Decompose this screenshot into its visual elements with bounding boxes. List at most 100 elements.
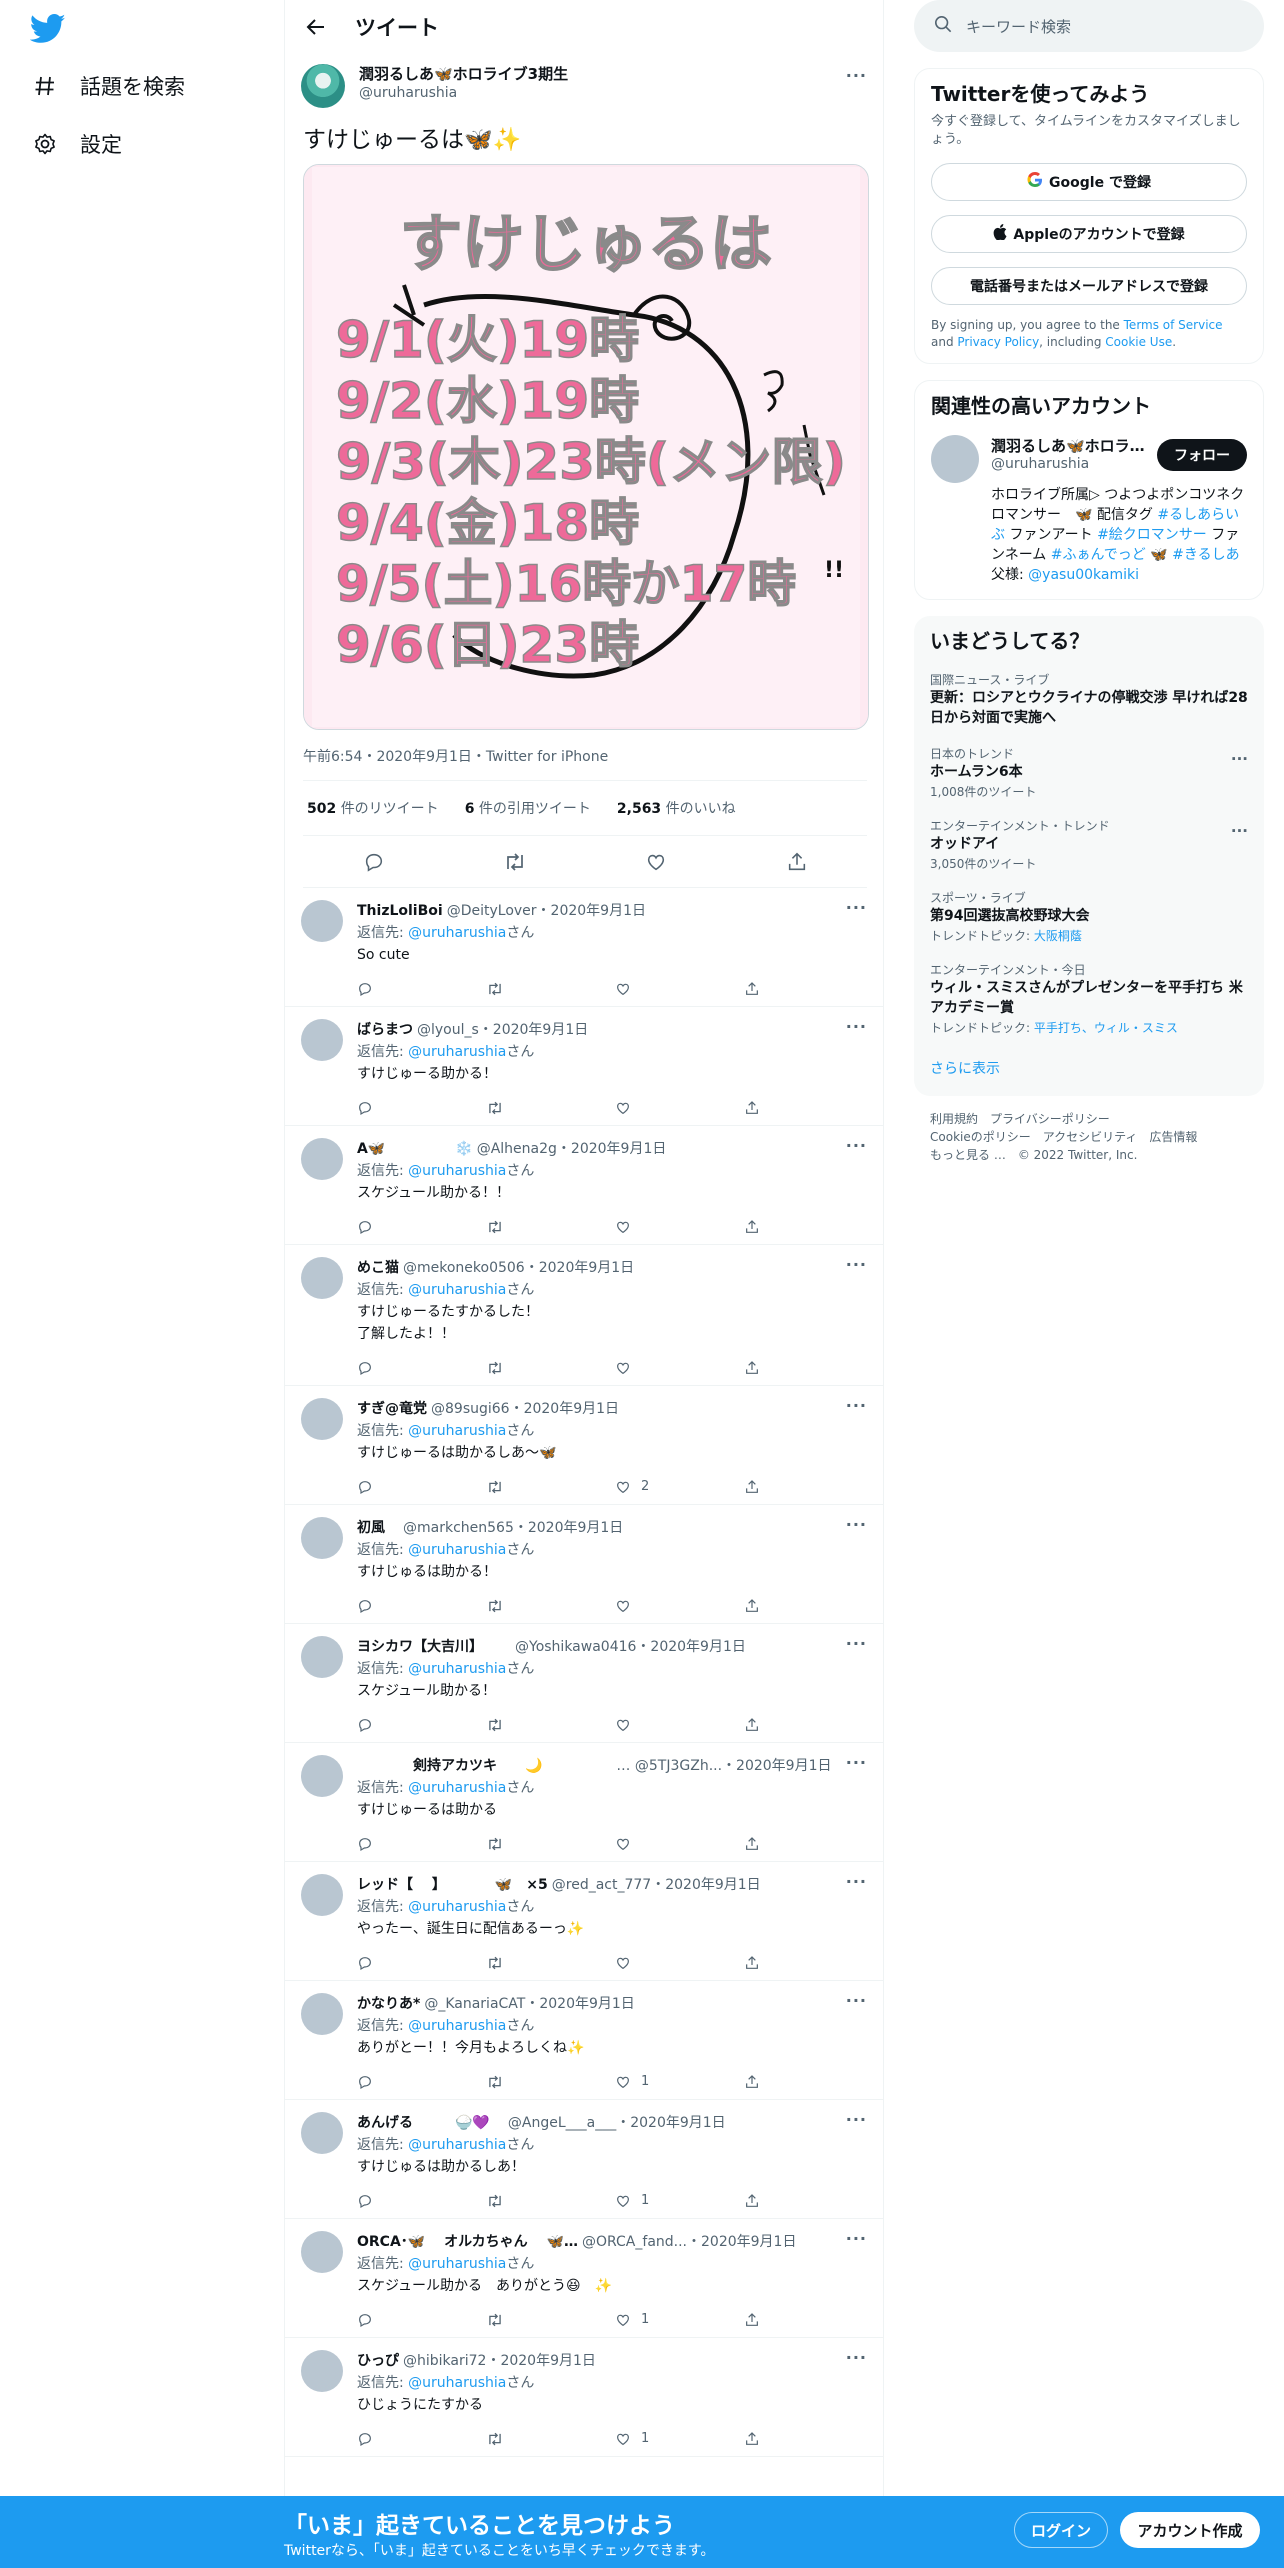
reply-icon[interactable] [357,1598,486,1614]
reply-to-link[interactable]: @uruharushia [408,1044,506,1060]
signup-button[interactable]: アカウント作成 [1120,2512,1260,2548]
reply-avatar[interactable] [301,1517,343,1559]
terms-link[interactable]: Terms of Service [1124,318,1223,332]
reply-author-name[interactable]: レッド【 】 🦋 ×5 [357,1874,548,1896]
reply-date[interactable]: ・2020年9月1日 [537,900,646,922]
reply-author-handle[interactable]: @_KanariaCAT [424,1993,525,2015]
reply-author-handle[interactable]: @ORCA_fand... [582,2231,687,2253]
reply-to-link[interactable]: @uruharushia [408,1163,506,1179]
footer-link[interactable]: 広告情報 [1149,1130,1197,1144]
quote-count[interactable]: 6 件の引用ツイート [465,798,591,818]
reply-tweet[interactable]: 剣持アカツキ 🌙 … @5TJ3GZh... ・2020年9月1日 返信先: @ur… [285,1743,883,1862]
reply-avatar[interactable] [301,1755,343,1797]
mention-link[interactable]: @yasu00kamiki [1028,567,1139,583]
retweet-icon[interactable] [486,2431,615,2447]
like-icon[interactable] [615,1360,744,1376]
reply-to-link[interactable]: @uruharushia [408,2137,506,2153]
share-icon[interactable] [744,2431,873,2447]
reply-to-link[interactable]: @uruharushia [408,1423,506,1439]
like-icon[interactable]: 1 [615,2071,744,2093]
reply-avatar[interactable] [301,900,343,942]
more-options-icon[interactable]: ··· [846,1753,867,1772]
like-icon[interactable] [615,1717,744,1733]
reply-icon[interactable] [357,1100,486,1116]
reply-avatar[interactable] [301,1398,343,1440]
reply-tweet[interactable]: ORCA･🦋 オルカちゃん 🦋… @ORCA_fand... ・2020年9月1日返… [285,2219,883,2338]
like-icon[interactable] [615,1955,744,1971]
reply-tweet[interactable]: レッド【 】 🦋 ×5 @red_act_777 ・2020年9月1日 返信先: @u… [285,1862,883,1981]
trend-item[interactable]: 日本のトレンド ホームラン6本 1,008件のツイート ··· [930,746,1248,800]
reply-author-name[interactable]: ばらまつ [357,1019,413,1041]
reply-author-handle[interactable]: @AngeL___a___ [494,2112,616,2134]
reply-author-handle[interactable]: @Alhena2g [477,1138,557,1160]
reply-icon[interactable] [357,981,486,997]
nav-settings[interactable]: 設定 [30,124,122,164]
reply-author-handle[interactable]: @markchen565 [389,1517,514,1539]
share-icon[interactable] [744,2074,873,2090]
reply-icon[interactable] [357,1360,486,1376]
search-input[interactable]: キーワード検索 [914,0,1264,52]
reply-date[interactable]: ・2020年9月1日 [525,1993,634,2015]
reply-tweet[interactable]: ひっぴ @hibikari72 ・2020年9月1日 返信先: @uruharushi… [285,2338,883,2457]
twitter-logo-icon[interactable] [30,14,66,44]
reply-author-handle[interactable]: @DeityLover [447,900,537,922]
reply-author-name[interactable]: ヨシカワ【大吉川】 [357,1636,483,1658]
reply-date[interactable]: ・2020年9月1日 [616,2112,725,2134]
more-options-icon[interactable]: ··· [846,2229,867,2248]
more-options-icon[interactable]: ··· [1231,750,1248,768]
reply-to-link[interactable]: @uruharushia [408,2018,506,2034]
more-options-icon[interactable]: ··· [846,1991,867,2010]
follow-button[interactable]: フォロー [1157,439,1247,471]
footer-link[interactable]: もっと見る … [930,1148,1006,1162]
retweet-icon[interactable] [486,981,615,997]
reply-date[interactable]: ・2020年9月1日 [636,1636,745,1658]
reply-icon[interactable] [357,2074,486,2090]
share-icon[interactable] [744,1955,873,1971]
reply-date[interactable]: ・2020年9月1日 [687,2231,796,2253]
more-options-icon[interactable]: ··· [846,2110,867,2129]
reply-author-handle[interactable]: @lyoul_s [417,1019,479,1041]
more-options-icon[interactable]: ··· [846,1634,867,1653]
trend-item[interactable]: エンターテインメント・今日 ウィル・スミスさんがプレゼンターを平手打ち 米アカデミ… [930,962,1248,1036]
reply-author-name[interactable]: かなりあ* [357,1993,420,2015]
login-button[interactable]: ログイン [1014,2512,1108,2548]
reply-author-name[interactable]: ThizLoliBoi [357,900,443,922]
reply-author-handle[interactable]: @hibikari72 [403,2350,486,2372]
retweet-icon[interactable] [486,2193,615,2209]
retweet-icon[interactable] [486,1598,615,1614]
reply-author-handle[interactable]: @red_act_777 [552,1874,651,1896]
more-options-icon[interactable]: ··· [846,2348,867,2367]
reply-author-handle[interactable]: @mekoneko0506 [403,1257,525,1279]
like-icon[interactable] [642,848,670,876]
reply-author-handle[interactable]: … @5TJ3GZh... [546,1755,722,1777]
reply-avatar[interactable] [301,1993,343,2035]
retweet-icon[interactable] [486,2312,615,2328]
reply-tweet[interactable]: ヨシカワ【大吉川】 @Yoshikawa0416 ・2020年9月1日 返信先: @… [285,1624,883,1743]
share-icon[interactable] [744,1100,873,1116]
reply-author-name[interactable]: A🦋 ❄️ [357,1138,473,1160]
share-icon[interactable] [744,1717,873,1733]
reply-date[interactable]: ・2020年9月1日 [722,1755,831,1777]
reply-avatar[interactable] [301,1636,343,1678]
reply-author-name[interactable]: ひっぴ [357,2350,399,2372]
reply-icon[interactable] [357,2312,486,2328]
reply-to-link[interactable]: @uruharushia [408,1542,506,1558]
related-avatar[interactable] [931,435,979,483]
apple-signup-button[interactable]: Appleのアカウントで登録 [931,215,1247,253]
reply-tweet[interactable]: すぎ@竜党 @89sugi66 ・2020年9月1日 返信先: @uruharushi… [285,1386,883,1505]
retweet-icon[interactable] [486,1955,615,1971]
share-icon[interactable] [744,1836,873,1852]
trend-topic-link[interactable]: 大阪桐蔭 [1034,929,1082,943]
like-icon[interactable] [615,1598,744,1614]
reply-date[interactable]: ・2020年9月1日 [479,1019,588,1041]
reply-icon[interactable] [357,1479,486,1495]
reply-avatar[interactable] [301,2231,343,2273]
reply-icon[interactable] [357,1219,486,1235]
reply-author-name[interactable]: すぎ@竜党 [357,1398,427,1420]
related-account[interactable]: 潤羽るしあ🦋ホロラ… @uruharushia フォロー [931,435,1247,483]
like-icon[interactable] [615,1836,744,1852]
back-arrow-icon[interactable] [301,12,331,42]
trend-item[interactable]: スポーツ・ライブ 第94回選抜高校野球大会 トレンドトピック: 大阪桐蔭 [930,890,1248,944]
reply-tweet[interactable]: 初風 @markchen565 ・2020年9月1日 返信先: @uruharush… [285,1505,883,1624]
share-icon[interactable] [744,2193,873,2209]
